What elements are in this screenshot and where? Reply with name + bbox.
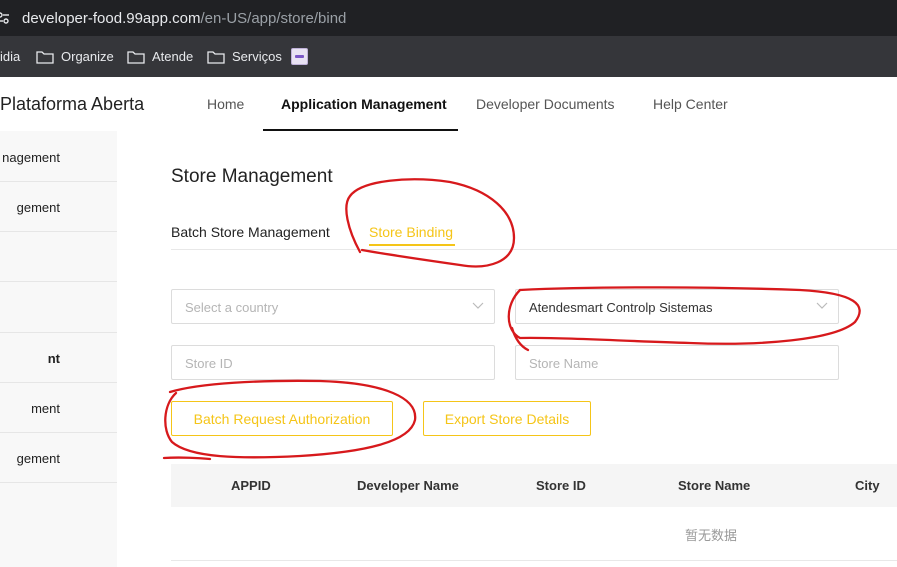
nav-help-center[interactable]: Help Center	[653, 96, 728, 112]
page-title: Store Management	[171, 166, 333, 187]
table-divider	[171, 560, 897, 561]
sidebar-item-label: nt	[47, 351, 60, 366]
tabs-divider	[171, 249, 897, 250]
bookmark-app-icon[interactable]	[291, 48, 308, 65]
browser-address-bar[interactable]: developer-food.99app.com/en-US/app/store…	[0, 0, 897, 36]
store-name-input[interactable]: Store Name	[515, 345, 839, 380]
sidebar-item-7[interactable]: gement	[0, 432, 117, 483]
sidebar-item-5-active[interactable]: nt	[0, 332, 117, 383]
nav-active-indicator	[263, 129, 458, 131]
chevron-down-icon	[472, 302, 484, 309]
sidebar-item-3[interactable]	[0, 231, 117, 282]
bookmark-idia[interactable]: idia	[0, 36, 20, 77]
bookmark-folder-atende[interactable]: Atende	[127, 36, 193, 77]
nav-application-management[interactable]: Application Management	[281, 96, 447, 112]
bookmark-label: Serviços	[232, 49, 282, 64]
export-store-details-button[interactable]: Export Store Details	[423, 401, 591, 436]
store-id-placeholder: Store ID	[185, 356, 233, 371]
column-appid: APPID	[231, 478, 271, 493]
folder-icon	[207, 50, 225, 64]
country-select-placeholder: Select a country	[185, 300, 279, 315]
sidebar-item-label: gement	[16, 451, 60, 466]
sidebar-item-6[interactable]: ment	[0, 382, 117, 433]
bookmark-label: idia	[0, 49, 21, 64]
sidebar: nagement gement nt ment gement	[0, 131, 117, 567]
table-empty-text: 暂无数据	[685, 528, 738, 543]
brand-title: Plataforma Aberta	[0, 94, 145, 114]
developer-select[interactable]: Atendesmart Controlp Sistemas	[515, 289, 839, 324]
tab-store-binding[interactable]: Store Binding	[369, 224, 453, 240]
tab-active-indicator	[369, 244, 455, 246]
column-store-id: Store ID	[536, 478, 586, 493]
annotation-circle-store-binding	[345, 178, 516, 268]
chevron-down-icon	[816, 302, 828, 309]
bookmark-folder-servicos[interactable]: Serviços	[207, 36, 282, 77]
sidebar-item-label: ment	[31, 401, 60, 416]
sidebar-item-4[interactable]	[0, 282, 117, 333]
tab-batch-store-management[interactable]: Batch Store Management	[171, 224, 330, 240]
table-header: APPID Developer Name Store ID Store Name…	[171, 464, 897, 507]
nav-home[interactable]: Home	[207, 96, 244, 112]
store-name-placeholder: Store Name	[529, 356, 599, 371]
nav-developer-documents[interactable]: Developer Documents	[476, 96, 615, 112]
url-text[interactable]: developer-food.99app.com/en-US/app/store…	[22, 10, 346, 27]
site-settings-icon[interactable]	[0, 11, 10, 25]
bookmark-label: Organize	[61, 49, 114, 64]
column-city: City	[855, 478, 880, 493]
app-header: Plataforma Aberta Home Application Manag…	[0, 77, 897, 131]
folder-icon	[127, 50, 145, 64]
sidebar-item-2[interactable]: gement	[0, 181, 117, 232]
sidebar-item-label: gement	[16, 200, 60, 215]
sidebar-item-label: nagement	[2, 150, 60, 165]
column-store-name: Store Name	[678, 478, 751, 493]
store-id-input[interactable]: Store ID	[171, 345, 495, 380]
sidebar-item-1[interactable]: nagement	[0, 131, 117, 182]
url-path: /en-US/app/store/bind	[200, 10, 347, 27]
url-host: developer-food.99app.com	[22, 10, 201, 27]
folder-icon	[36, 50, 54, 64]
bookmarks-bar: idia Organize Atende Serviços	[0, 36, 897, 77]
developer-select-value: Atendesmart Controlp Sistemas	[529, 300, 713, 315]
column-developer-name: Developer Name	[357, 478, 459, 493]
bookmark-folder-organize[interactable]: Organize	[36, 36, 114, 77]
country-select[interactable]: Select a country	[171, 289, 495, 324]
bookmark-label: Atende	[152, 49, 194, 64]
batch-request-authorization-button[interactable]: Batch Request Authorization	[171, 401, 393, 436]
